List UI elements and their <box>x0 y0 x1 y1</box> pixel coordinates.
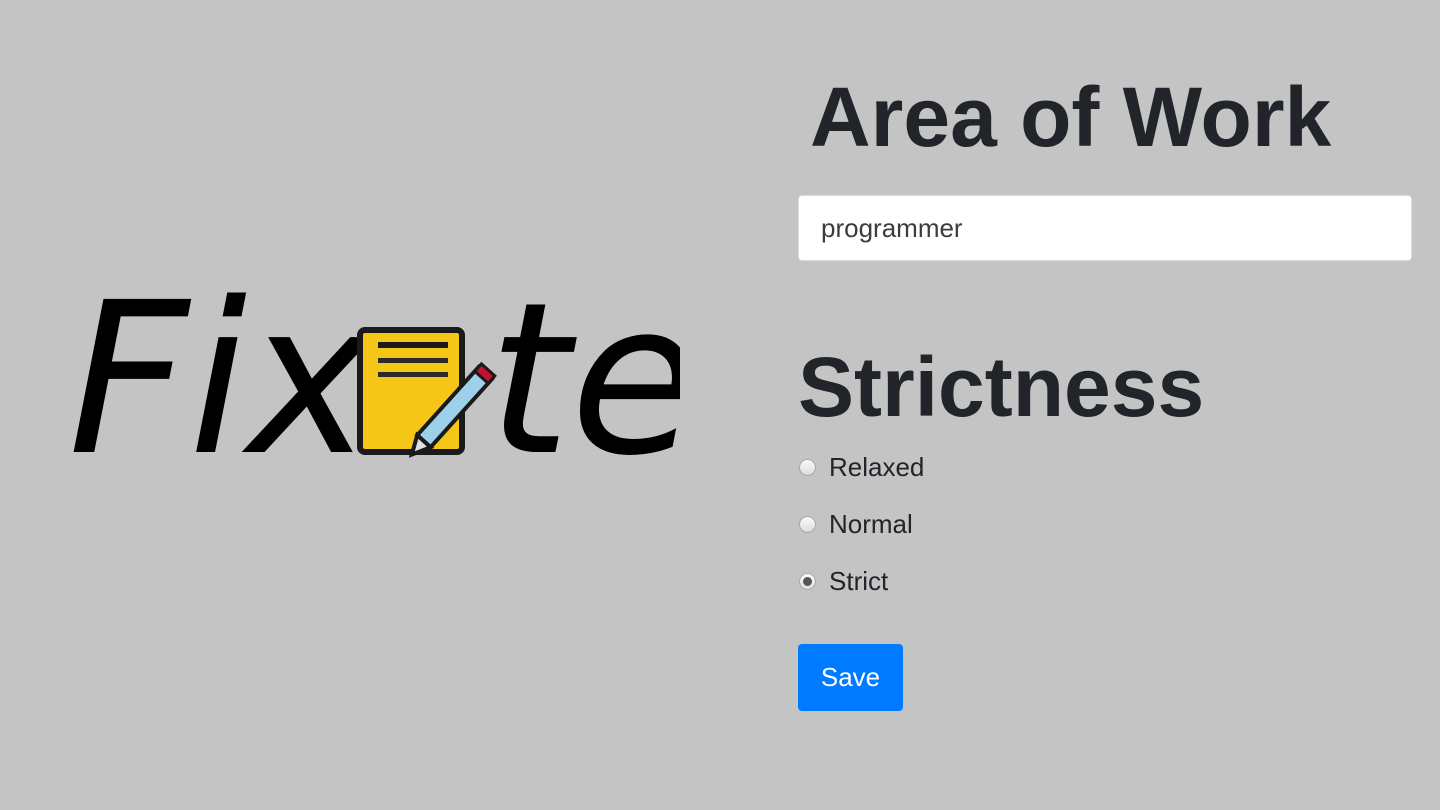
radio-option-normal[interactable]: Normal <box>798 507 913 541</box>
radio-label-relaxed: Relaxed <box>829 451 925 482</box>
radio-label-normal: Normal <box>829 508 913 539</box>
logo-text-end: te <box>488 270 680 480</box>
area-of-work-heading: Area of Work <box>810 70 1332 164</box>
area-of-work-input[interactable] <box>798 195 1412 261</box>
logo-text-start: Fix <box>68 270 374 480</box>
strictness-heading: Strictness <box>798 340 1205 434</box>
logo-graphic: Fix te <box>68 270 680 480</box>
fixnote-logo: Fix te <box>60 270 680 480</box>
radio-button-normal[interactable] <box>799 515 816 533</box>
settings-form: Area of Work Strictness Relaxed Normal S… <box>798 0 1418 810</box>
radio-option-strict[interactable]: Strict <box>798 564 888 598</box>
save-button[interactable]: Save <box>798 644 903 711</box>
radio-label-strict: Strict <box>829 565 889 596</box>
notepad-pencil-icon <box>357 327 497 458</box>
radio-button-strict[interactable] <box>799 572 816 590</box>
radio-button-relaxed[interactable] <box>799 458 816 476</box>
radio-option-relaxed[interactable]: Relaxed <box>798 450 924 484</box>
